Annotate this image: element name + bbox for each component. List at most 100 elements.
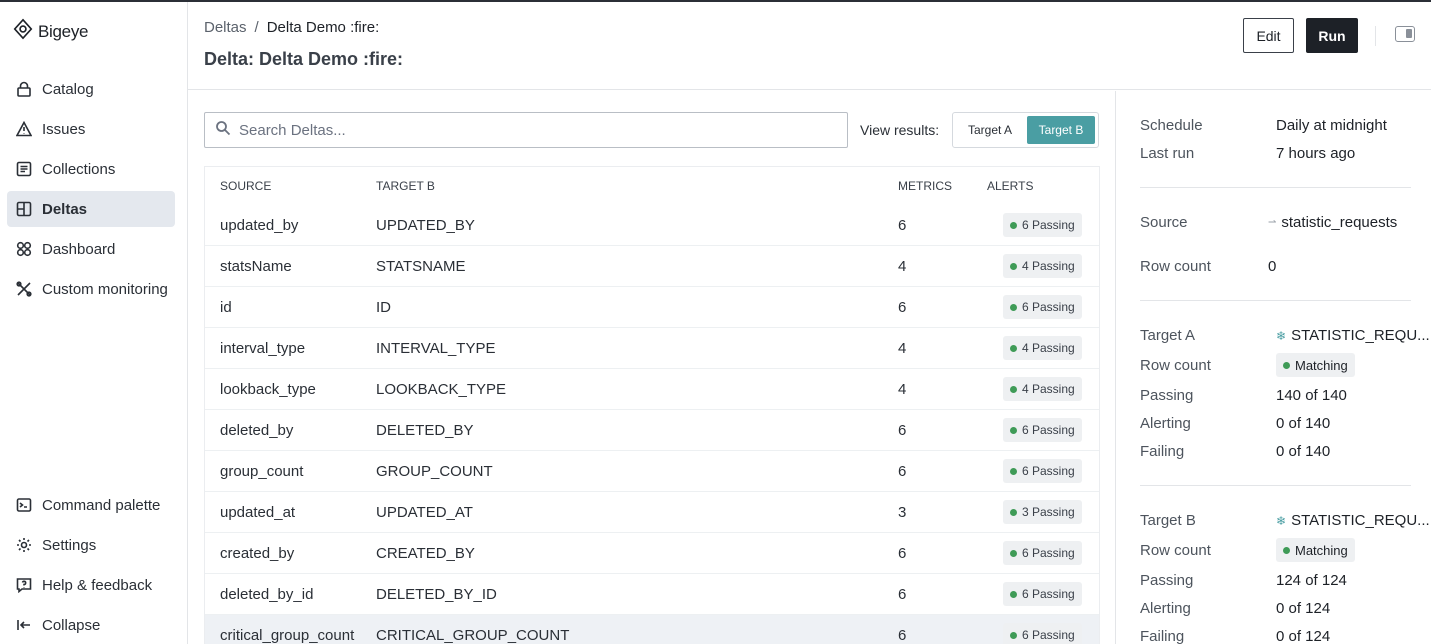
target-a-failing-value: 0 of 140 xyxy=(1276,443,1331,460)
table-row[interactable]: statsName STATSNAME 4 4 Passing xyxy=(205,246,1099,287)
table-row[interactable]: critical_group_count CRITICAL_GROUP_COUNT… xyxy=(205,615,1099,644)
sidebar-item-catalog[interactable]: Catalog xyxy=(7,71,175,107)
sidebar-item-deltas[interactable]: Deltas xyxy=(7,191,175,227)
sidebar-item-label: Settings xyxy=(42,536,97,554)
target-b-row-count-label: Row count xyxy=(1140,542,1211,559)
table-row[interactable]: deleted_by_id DELETED_BY_ID 6 6 Passing xyxy=(205,574,1099,615)
sidebar-item-collections[interactable]: Collections xyxy=(7,151,175,187)
sidebar-item-label: Command palette xyxy=(42,496,161,514)
sidebar-item-label: Collapse xyxy=(42,616,101,634)
edit-button[interactable]: Edit xyxy=(1243,18,1294,53)
sidebar-item-command-palette[interactable]: Command palette xyxy=(7,487,175,523)
metrics-cell: 3 xyxy=(898,504,907,521)
column-header-metrics[interactable]: METRICS xyxy=(898,179,952,193)
table-row[interactable]: id ID 6 6 Passing xyxy=(205,287,1099,328)
target-cell: ID xyxy=(376,299,391,316)
target-b-row-count-badge: Matching xyxy=(1276,538,1355,562)
metrics-cell: 6 xyxy=(898,217,907,234)
sidebar-item-label: Catalog xyxy=(42,80,94,98)
target-cell: GROUP_COUNT xyxy=(376,463,493,480)
source-cell: interval_type xyxy=(220,340,306,357)
alerts-badge: 6 Passing xyxy=(1003,418,1082,442)
sidebar-item-label: Collections xyxy=(42,160,116,178)
target-cell: DELETED_BY xyxy=(376,422,474,439)
sidebar-item-settings[interactable]: Settings xyxy=(7,527,175,563)
grid-icon xyxy=(16,241,32,257)
breadcrumb: Deltas / Delta Demo :fire: xyxy=(204,19,379,36)
breadcrumb-current: Delta Demo :fire: xyxy=(266,19,380,36)
target-a-alerting-value: 0 of 140 xyxy=(1276,415,1331,432)
snowflake-icon: ❄ xyxy=(1276,513,1287,528)
target-b-failing-label: Failing xyxy=(1140,628,1185,644)
alerts-badge: 4 Passing xyxy=(1003,377,1082,401)
source-cell: updated_at xyxy=(220,504,296,521)
brand-logo[interactable]: Bigeye xyxy=(12,18,88,45)
target-cell: UPDATED_AT xyxy=(376,504,473,521)
bigeye-logo-icon xyxy=(12,18,34,45)
table-row[interactable]: created_by CREATED_BY 6 6 Passing xyxy=(205,533,1099,574)
search-field[interactable] xyxy=(204,112,848,148)
target-a-passing-value: 140 of 140 xyxy=(1276,387,1347,404)
schedule-value: Daily at midnight xyxy=(1276,117,1387,134)
target-b-table-name: STATISTIC_REQU... xyxy=(1291,512,1430,529)
status-dot xyxy=(1010,549,1017,557)
sidebar-item-collapse[interactable]: Collapse xyxy=(7,607,175,643)
column-header-alerts[interactable]: ALERTS xyxy=(987,179,1033,193)
table-header: SOURCE TARGET B METRICS ALERTS xyxy=(205,167,1099,205)
delta-icon xyxy=(16,201,32,217)
target-cell: STATSNAME xyxy=(376,258,466,275)
column-header-source[interactable]: SOURCE xyxy=(220,179,271,193)
target-a-option[interactable]: Target A xyxy=(956,116,1024,144)
target-cell: CRITICAL_GROUP_COUNT xyxy=(376,627,570,644)
list-icon xyxy=(16,161,32,177)
alerts-text: 4 Passing xyxy=(1022,259,1075,273)
table-row[interactable]: updated_at UPDATED_AT 3 3 Passing xyxy=(205,492,1099,533)
search-icon xyxy=(215,120,231,141)
deltas-table: SOURCE TARGET B METRICS ALERTS updated_b… xyxy=(204,166,1100,644)
table-row[interactable]: group_count GROUP_COUNT 6 6 Passing xyxy=(205,451,1099,492)
view-results-toggle: Target A Target B xyxy=(952,112,1099,148)
sidebar-item-custom-monitoring[interactable]: Custom monitoring xyxy=(7,271,175,307)
alerts-text: 6 Passing xyxy=(1022,587,1075,601)
status-dot xyxy=(1010,303,1017,311)
source-table-link[interactable]: ⇀ statistic_requests xyxy=(1268,214,1397,231)
source-cell: updated_by xyxy=(220,217,299,234)
sidebar-item-label: Custom monitoring xyxy=(42,280,168,298)
metrics-cell: 6 xyxy=(898,422,907,439)
alerts-text: 6 Passing xyxy=(1022,628,1075,642)
source-label: Source xyxy=(1140,214,1188,231)
sidebar-item-dashboard[interactable]: Dashboard xyxy=(7,231,175,267)
source-cell: deleted_by xyxy=(220,422,294,439)
warning-icon xyxy=(16,121,32,137)
table-row[interactable]: lookback_type LOOKBACK_TYPE 4 4 Passing xyxy=(205,369,1099,410)
breadcrumb-deltas-link[interactable]: Deltas xyxy=(204,19,247,36)
target-cell: CREATED_BY xyxy=(376,545,475,562)
target-b-option[interactable]: Target B xyxy=(1027,116,1095,144)
badge-text: Matching xyxy=(1295,357,1348,373)
metrics-cell: 4 xyxy=(898,258,907,275)
target-a-table-link[interactable]: ❄ STATISTIC_REQU... xyxy=(1276,327,1430,344)
sidebar-item-help[interactable]: Help & feedback xyxy=(7,567,175,603)
help-icon xyxy=(16,577,32,593)
source-cell: statsName xyxy=(220,258,292,275)
status-dot xyxy=(1010,262,1017,270)
source-cell: group_count xyxy=(220,463,304,480)
status-dot xyxy=(1010,631,1017,639)
status-dot xyxy=(1283,361,1290,369)
alerts-badge: 6 Passing xyxy=(1003,582,1082,606)
target-b-label: Target B xyxy=(1140,512,1196,529)
target-b-table-link[interactable]: ❄ STATISTIC_REQU... xyxy=(1276,512,1430,529)
table-row[interactable]: updated_by UPDATED_BY 6 6 Passing xyxy=(205,205,1099,246)
sidebar-item-issues[interactable]: Issues xyxy=(7,111,175,147)
column-header-target[interactable]: TARGET B xyxy=(376,179,435,193)
target-a-alerting-label: Alerting xyxy=(1140,415,1191,432)
metrics-cell: 6 xyxy=(898,463,907,480)
target-a-row-count-label: Row count xyxy=(1140,357,1211,374)
target-b-passing-value: 124 of 124 xyxy=(1276,572,1347,589)
search-input[interactable] xyxy=(239,121,819,139)
run-button[interactable]: Run xyxy=(1306,18,1358,53)
status-dot xyxy=(1010,385,1017,393)
table-row[interactable]: interval_type INTERVAL_TYPE 4 4 Passing xyxy=(205,328,1099,369)
panel-toggle-icon[interactable] xyxy=(1395,26,1415,42)
table-row[interactable]: deleted_by DELETED_BY 6 6 Passing xyxy=(205,410,1099,451)
